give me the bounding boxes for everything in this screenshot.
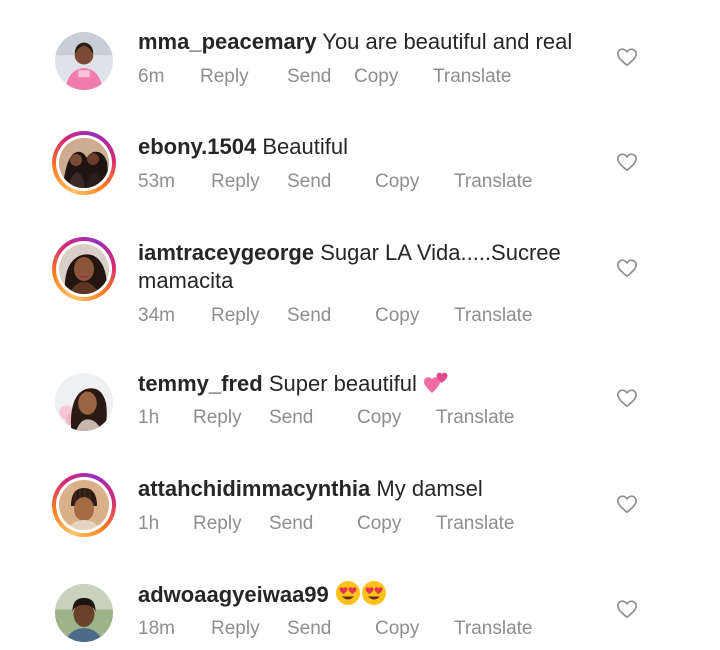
- woman-braids-avatar: [55, 373, 113, 431]
- avatar[interactable]: [52, 370, 116, 434]
- heart-eyes-emoji: [335, 580, 361, 606]
- avatar[interactable]: [52, 237, 116, 301]
- heart-outline-icon[interactable]: [616, 598, 638, 620]
- send-button[interactable]: Send: [287, 66, 354, 88]
- comment-body: You are beautiful and real: [322, 29, 573, 54]
- reply-button[interactable]: Reply: [211, 305, 287, 327]
- comment-actions: 53m Reply Send Copy Translate: [138, 171, 533, 193]
- woman-pink-top-avatar: [55, 32, 113, 90]
- avatar[interactable]: [52, 473, 116, 537]
- comment-text: iamtraceygeorge Sugar LA Vida.....Sucree…: [138, 239, 608, 295]
- translate-button[interactable]: Translate: [436, 513, 515, 535]
- heart-outline-icon[interactable]: [616, 493, 638, 515]
- woman-cornrows-avatar: [59, 480, 109, 530]
- comment-username[interactable]: attahchidimmacynthia: [138, 476, 370, 501]
- comment-username[interactable]: ebony.1504: [138, 134, 256, 159]
- comment-text: attahchidimmacynthia My damsel: [138, 475, 608, 503]
- copy-button[interactable]: Copy: [375, 305, 454, 327]
- reply-button[interactable]: Reply: [193, 407, 269, 429]
- translate-button[interactable]: Translate: [436, 407, 515, 429]
- heart-outline-icon[interactable]: [616, 257, 638, 279]
- copy-button[interactable]: Copy: [354, 66, 433, 88]
- comment-text: mma_peacemary You are beautiful and real: [138, 28, 608, 56]
- comment-username[interactable]: mma_peacemary: [138, 29, 317, 54]
- comments-panel: mma_peacemary You are beautiful and real…: [30, 0, 680, 650]
- send-button[interactable]: Send: [287, 618, 375, 640]
- comment-body: Super beautiful: [268, 371, 417, 396]
- comment-body: Sugar LA Vida.....Sucree: [320, 240, 561, 265]
- avatar[interactable]: [52, 581, 116, 645]
- reply-button[interactable]: Reply: [211, 618, 287, 640]
- translate-button[interactable]: Translate: [454, 171, 533, 193]
- reply-button[interactable]: Reply: [200, 66, 287, 88]
- copy-button[interactable]: Copy: [357, 513, 436, 535]
- comment-timestamp: 1h: [138, 407, 160, 428]
- translate-button[interactable]: Translate: [454, 618, 533, 640]
- comment-text: temmy_fred Super beautiful: [138, 369, 608, 398]
- copy-button[interactable]: Copy: [375, 618, 454, 640]
- translate-button[interactable]: Translate: [454, 305, 533, 327]
- woman-outdoor-avatar: [55, 584, 113, 642]
- comment-body: My damsel: [376, 476, 483, 501]
- copy-button[interactable]: Copy: [375, 171, 454, 193]
- comment-username[interactable]: iamtraceygeorge: [138, 240, 314, 265]
- send-button[interactable]: Send: [269, 407, 357, 429]
- heart-outline-icon[interactable]: [616, 151, 638, 173]
- comment-timestamp: 34m: [138, 305, 175, 326]
- heart-eyes-emoji: [361, 580, 387, 606]
- send-button[interactable]: Send: [269, 513, 357, 535]
- heart-outline-icon[interactable]: [616, 387, 638, 409]
- comment-username[interactable]: adwoaagyeiwaa99: [138, 582, 329, 607]
- comment-timestamp: 6m: [138, 66, 165, 87]
- reply-button[interactable]: Reply: [193, 513, 269, 535]
- comment-timestamp: 1h: [138, 513, 160, 534]
- comment-username[interactable]: temmy_fred: [138, 371, 263, 396]
- avatar[interactable]: [52, 131, 116, 195]
- comment-timestamp: 18m: [138, 618, 175, 639]
- copy-button[interactable]: Copy: [357, 407, 436, 429]
- comment-actions: 34m Reply Send Copy Translate: [138, 305, 533, 327]
- two-women-avatar: [59, 138, 109, 188]
- comment-actions: 1h Reply Send Copy Translate: [138, 407, 515, 429]
- comment-actions: 6m Reply Send Copy Translate: [138, 66, 512, 88]
- comment-body: Beautiful: [262, 134, 348, 159]
- send-button[interactable]: Send: [287, 171, 375, 193]
- woman-portrait-avatar: [59, 244, 109, 294]
- comment-body-line2: mamacita: [138, 268, 234, 293]
- heart-outline-icon[interactable]: [616, 46, 638, 68]
- avatar[interactable]: [52, 29, 116, 93]
- comment-text: adwoaagyeiwaa99: [138, 580, 608, 609]
- comment-timestamp: 53m: [138, 171, 175, 192]
- translate-button[interactable]: Translate: [433, 66, 512, 88]
- comment-actions: 18m Reply Send Copy Translate: [138, 618, 533, 640]
- comment-text: ebony.1504 Beautiful: [138, 133, 608, 161]
- two-hearts-emoji: [423, 369, 449, 395]
- send-button[interactable]: Send: [287, 305, 375, 327]
- comment-actions: 1h Reply Send Copy Translate: [138, 513, 515, 535]
- reply-button[interactable]: Reply: [211, 171, 287, 193]
